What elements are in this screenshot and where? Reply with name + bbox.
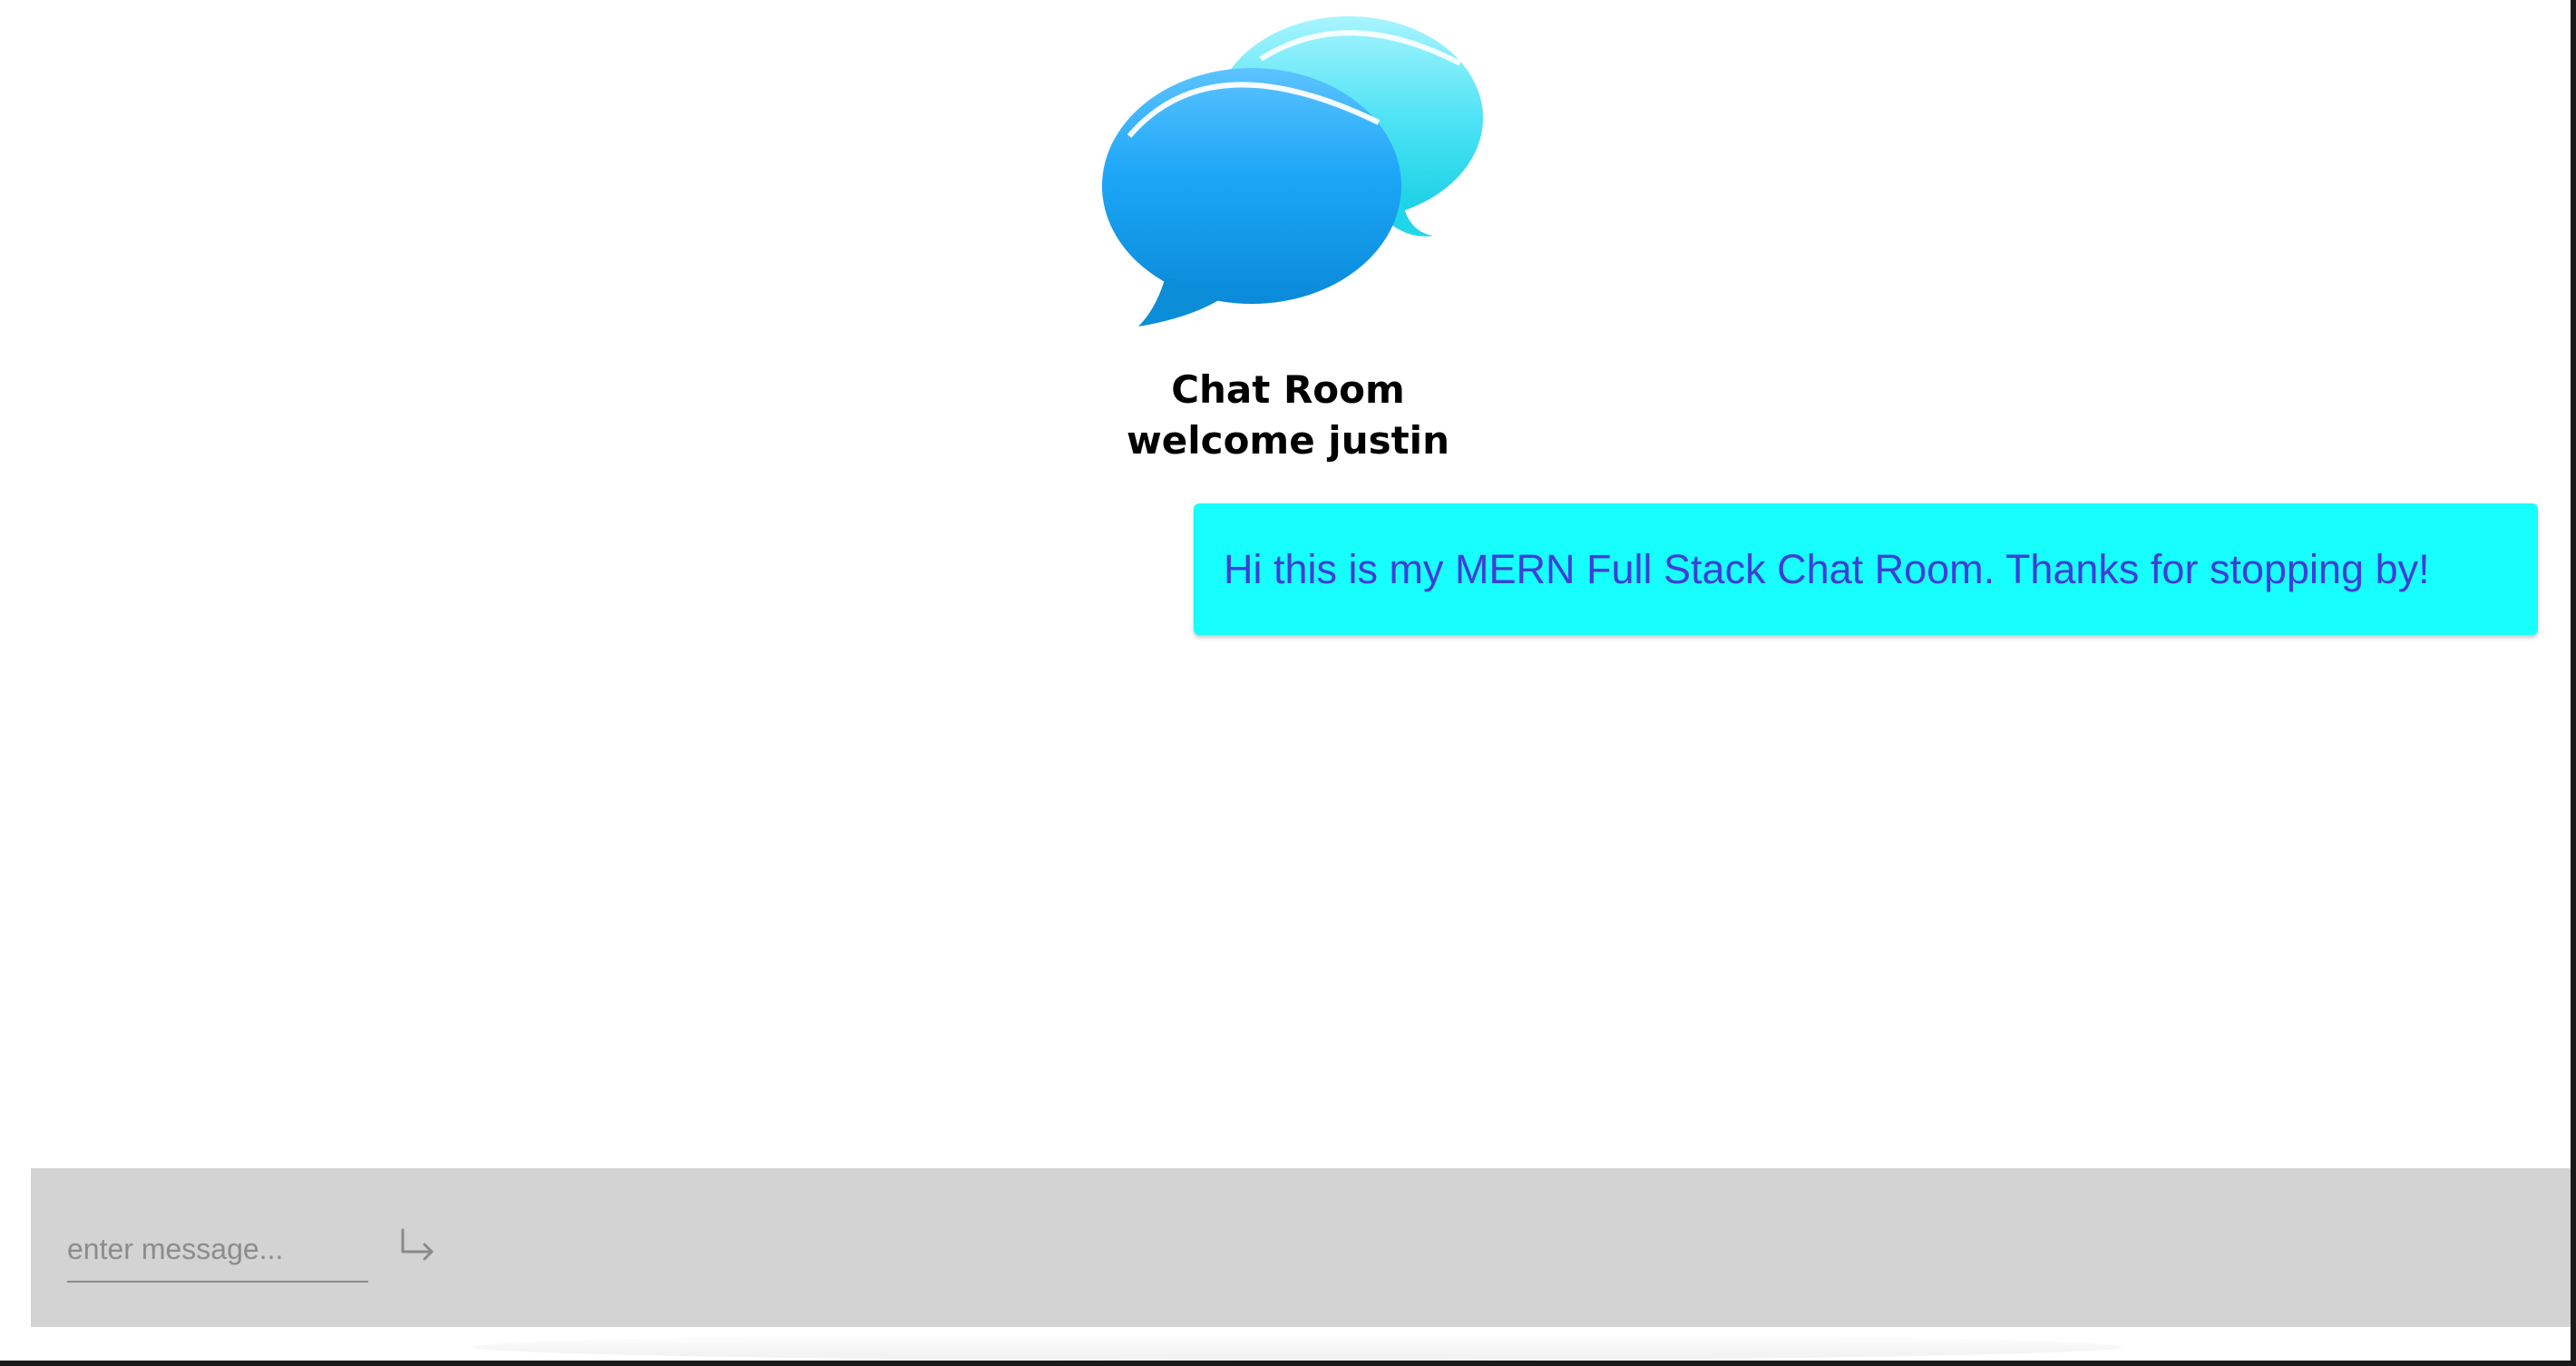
message-composer [31,1168,2571,1327]
message-bubble: Hi this is my MERN Full Stack Chat Room.… [1194,503,2538,635]
chat-bubbles-icon [1102,16,1483,327]
message-text: Hi this is my MERN Full Stack Chat Room.… [1224,545,2430,592]
enter-arrow-icon [401,1228,434,1261]
page-title: Chat Room [1171,367,1405,412]
send-button[interactable] [392,1221,446,1275]
window-right-edge [2571,0,2576,1366]
window-bottom-edge [0,1361,2576,1366]
bottom-shadow [472,1333,2122,1361]
message-list: Hi this is my MERN Full Stack Chat Room.… [0,503,2571,1138]
message-input[interactable] [67,1217,368,1283]
welcome-message: welcome justin [1127,418,1449,463]
chat-header: Chat Room welcome justin [1016,0,1560,490]
